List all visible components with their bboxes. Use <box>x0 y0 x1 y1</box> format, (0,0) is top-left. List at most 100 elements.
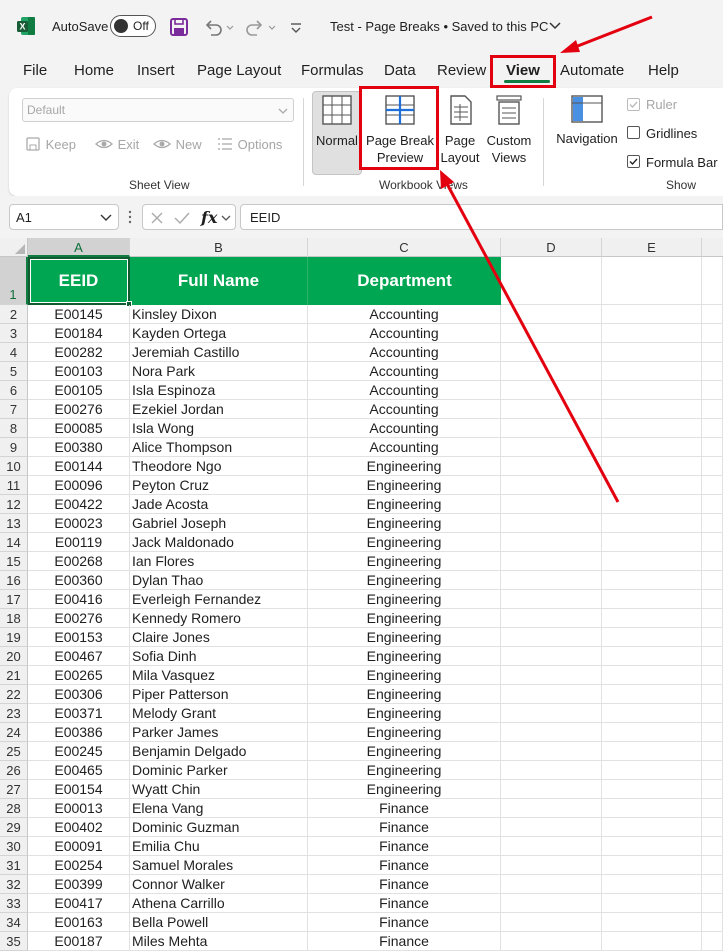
cell-empty[interactable] <box>702 533 723 552</box>
row-header[interactable]: 20 <box>0 647 28 666</box>
row-header[interactable]: 7 <box>0 400 28 419</box>
cell-empty[interactable] <box>702 362 723 381</box>
cell-empty[interactable] <box>501 324 602 343</box>
cell-empty[interactable] <box>702 837 723 856</box>
cell-department[interactable]: Engineering <box>308 552 501 571</box>
cell-empty[interactable] <box>602 590 702 609</box>
cell-full-name[interactable]: Dominic Guzman <box>130 818 308 837</box>
new-sheet-view-button[interactable]: New <box>152 136 202 152</box>
cell-empty[interactable] <box>501 818 602 837</box>
cell-department[interactable]: Engineering <box>308 761 501 780</box>
page-layout-view-button[interactable]: Page Layout <box>438 94 482 166</box>
cell-eeid[interactable]: E00265 <box>28 666 130 685</box>
cell-full-name[interactable]: Alice Thompson <box>130 438 308 457</box>
formula-bar-grip-icon[interactable] <box>127 210 133 224</box>
cell-empty[interactable] <box>602 571 702 590</box>
cell-empty[interactable] <box>602 666 702 685</box>
cell-full-name[interactable]: Jade Acosta <box>130 495 308 514</box>
cell-department[interactable]: Accounting <box>308 381 501 400</box>
cell-eeid[interactable]: E00144 <box>28 457 130 476</box>
cell-eeid[interactable]: E00153 <box>28 628 130 647</box>
cell-full-name[interactable]: Isla Espinoza <box>130 381 308 400</box>
cell-eeid[interactable]: E00105 <box>28 381 130 400</box>
row-header[interactable]: 17 <box>0 590 28 609</box>
redo-icon[interactable] <box>244 16 266 38</box>
cell-empty[interactable] <box>602 628 702 647</box>
cell-full-name[interactable]: Dylan Thao <box>130 571 308 590</box>
cell-empty[interactable] <box>702 666 723 685</box>
cell-empty[interactable] <box>602 875 702 894</box>
cell-empty[interactable] <box>702 438 723 457</box>
row-header[interactable]: 12 <box>0 495 28 514</box>
cell-empty[interactable] <box>501 552 602 571</box>
cell-eeid[interactable]: E00276 <box>28 609 130 628</box>
undo-dropdown-icon[interactable] <box>224 16 236 38</box>
row-header[interactable]: 11 <box>0 476 28 495</box>
cell-empty[interactable] <box>602 381 702 400</box>
cell-full-name[interactable]: Emilia Chu <box>130 837 308 856</box>
cell-empty[interactable] <box>602 894 702 913</box>
column-header-e[interactable]: E <box>602 238 702 257</box>
cell-department[interactable]: Engineering <box>308 533 501 552</box>
worksheet-grid[interactable]: A B C D E 1 EEID Full Name Department 2E… <box>0 238 723 952</box>
tab-insert[interactable]: Insert <box>137 62 175 79</box>
cell-empty[interactable] <box>602 723 702 742</box>
cell-department[interactable]: Finance <box>308 818 501 837</box>
cell-empty[interactable] <box>702 685 723 704</box>
cell-empty[interactable] <box>602 514 702 533</box>
cell-full-name[interactable]: Gabriel Joseph <box>130 514 308 533</box>
cell-full-name[interactable]: Jeremiah Castillo <box>130 343 308 362</box>
title-chevron-down-icon[interactable] <box>548 18 562 34</box>
cell-empty[interactable] <box>501 856 602 875</box>
cell-full-name[interactable]: Ezekiel Jordan <box>130 400 308 419</box>
save-icon[interactable] <box>168 16 190 38</box>
cell-full-name[interactable]: Peyton Cruz <box>130 476 308 495</box>
cell-empty[interactable] <box>602 609 702 628</box>
cell-empty[interactable] <box>702 343 723 362</box>
cell-empty[interactable] <box>602 343 702 362</box>
cell-empty[interactable] <box>702 875 723 894</box>
cell-empty[interactable] <box>501 799 602 818</box>
row-header[interactable]: 10 <box>0 457 28 476</box>
cell-full-name[interactable]: Kayden Ortega <box>130 324 308 343</box>
cell-empty[interactable] <box>702 761 723 780</box>
cell-full-name[interactable]: Theodore Ngo <box>130 457 308 476</box>
row-header[interactable]: 9 <box>0 438 28 457</box>
column-header-f[interactable] <box>702 238 723 257</box>
cell-empty[interactable] <box>602 818 702 837</box>
cell-empty[interactable] <box>602 742 702 761</box>
cell-empty[interactable] <box>602 495 702 514</box>
cell-empty[interactable] <box>702 495 723 514</box>
cell-empty[interactable] <box>501 381 602 400</box>
cell-empty[interactable] <box>702 552 723 571</box>
cell-eeid[interactable]: E00465 <box>28 761 130 780</box>
cell-empty[interactable] <box>702 571 723 590</box>
cell-eeid[interactable]: E00096 <box>28 476 130 495</box>
cell-full-name[interactable]: Melody Grant <box>130 704 308 723</box>
cell-full-name[interactable]: Everleigh Fernandez <box>130 590 308 609</box>
custom-views-button[interactable]: Custom Views <box>482 94 536 166</box>
cell-department[interactable]: Engineering <box>308 590 501 609</box>
cell-empty[interactable] <box>501 913 602 932</box>
select-all-corner[interactable] <box>0 238 28 257</box>
column-header-b[interactable]: B <box>130 238 308 257</box>
cell-empty[interactable] <box>702 818 723 837</box>
cell-empty[interactable] <box>702 723 723 742</box>
undo-icon[interactable] <box>202 16 224 38</box>
cell-empty[interactable] <box>501 685 602 704</box>
cell-full-name[interactable]: Nora Park <box>130 362 308 381</box>
cell-department[interactable]: Engineering <box>308 704 501 723</box>
cell-empty[interactable] <box>702 856 723 875</box>
tab-data[interactable]: Data <box>384 62 416 79</box>
cell-eeid[interactable]: E00417 <box>28 894 130 913</box>
cell-empty[interactable] <box>702 257 723 305</box>
cell-eeid[interactable]: E00145 <box>28 305 130 324</box>
header-cell-department[interactable]: Department <box>308 257 501 305</box>
sheet-view-dropdown[interactable]: Default <box>22 98 294 122</box>
cell-empty[interactable] <box>501 419 602 438</box>
cell-eeid[interactable]: E00254 <box>28 856 130 875</box>
row-header[interactable]: 14 <box>0 533 28 552</box>
cell-empty[interactable] <box>501 666 602 685</box>
cell-empty[interactable] <box>702 400 723 419</box>
column-header-d[interactable]: D <box>501 238 602 257</box>
